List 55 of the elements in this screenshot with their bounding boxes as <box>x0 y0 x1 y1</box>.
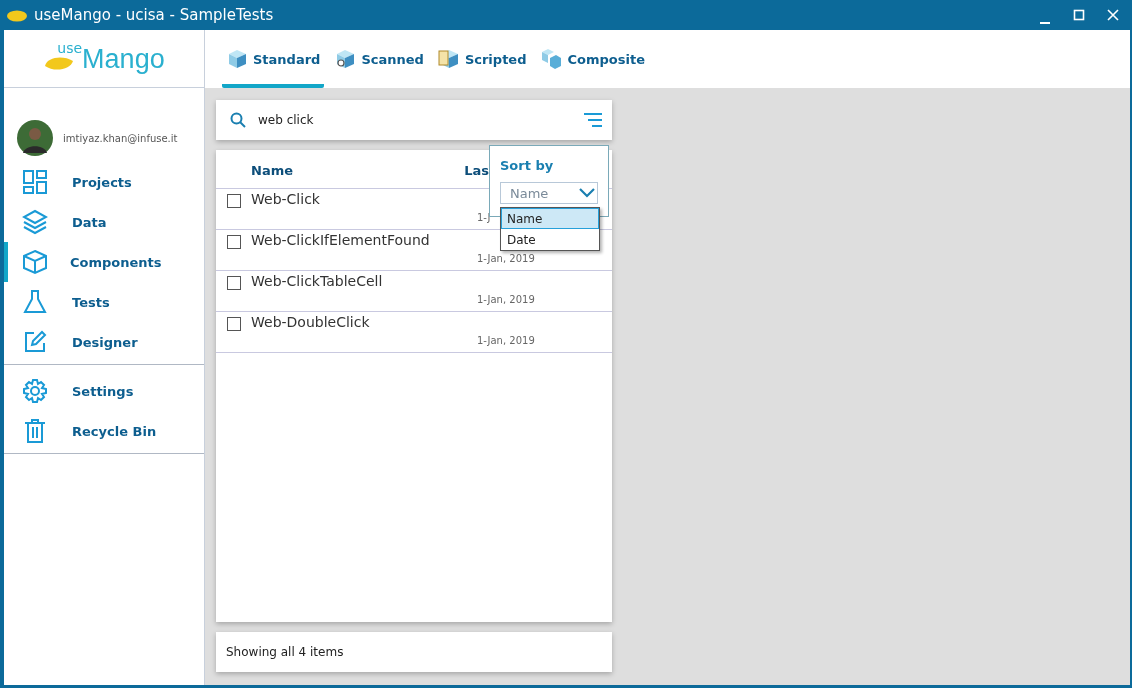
nav-item[interactable]: Tests <box>72 294 110 310</box>
settings-icon <box>22 378 48 404</box>
mango-icon <box>6 8 28 22</box>
status-text: Showing all 4 items <box>226 645 344 659</box>
cubes-icon <box>540 48 563 70</box>
checkbox[interactable] <box>227 276 241 290</box>
item-date: 1-Jan, 2019 <box>477 253 535 264</box>
nav-item[interactable]: Recycle Bin <box>72 423 157 439</box>
trash-icon <box>22 418 48 444</box>
sort-title: Sort by <box>500 158 555 173</box>
sort-dropdown[interactable]: Name <box>500 182 598 204</box>
search-field[interactable]: web click <box>256 112 574 128</box>
tab[interactable]: Scripted <box>433 30 531 88</box>
dropdown-option[interactable]: Name <box>501 208 599 229</box>
checkbox[interactable] <box>227 194 241 208</box>
item-name[interactable]: Web-ClickIfElementFound <box>251 232 430 248</box>
nav-item[interactable]: Designer <box>72 334 138 350</box>
chevron-icon <box>579 188 595 198</box>
logo-text: Mango <box>82 46 165 73</box>
item-date: 1-Jan, 2019 <box>477 294 535 305</box>
layers-icon <box>22 209 48 235</box>
item-name[interactable]: Web-Click <box>251 191 320 207</box>
window-title: useMango - ucisa - SampleTests <box>34 6 274 24</box>
nav-item[interactable]: Projects <box>72 174 132 190</box>
cube-icon <box>226 48 248 70</box>
flask-icon <box>22 289 48 315</box>
item-date: 1-J <box>477 212 491 223</box>
tab[interactable]: Standard <box>222 30 325 88</box>
column-header[interactable]: Las <box>464 163 489 178</box>
search-icon <box>230 112 246 128</box>
close-icon <box>1107 9 1119 21</box>
minimize-icon <box>1040 22 1050 24</box>
checkbox[interactable] <box>227 317 241 331</box>
tab[interactable]: Composite <box>536 30 649 88</box>
nav-item[interactable]: Data <box>72 214 107 230</box>
avatar <box>17 120 53 156</box>
nav-item[interactable]: Settings <box>72 383 134 399</box>
item-name[interactable]: Web-ClickTableCell <box>251 273 383 289</box>
filter-icon[interactable] <box>584 113 602 127</box>
item-name[interactable]: Web-DoubleClick <box>251 314 370 330</box>
search-bar[interactable]: web click <box>216 100 612 140</box>
box-icon <box>22 249 48 275</box>
edit-icon <box>22 329 48 355</box>
maximize-icon <box>1073 9 1085 21</box>
checkbox[interactable] <box>227 235 241 249</box>
item-date: 1-Jan, 2019 <box>477 335 535 346</box>
column-header[interactable]: Name <box>251 163 293 178</box>
dropdown-option[interactable]: Date <box>501 229 599 250</box>
tab[interactable]: Scanned <box>330 30 428 88</box>
user-email: imtiyaz.khan@infuse.it <box>63 132 178 144</box>
nav-item[interactable]: Components <box>70 254 162 270</box>
logo-prefix: use <box>57 40 83 56</box>
document-cube-icon <box>437 48 460 70</box>
grid-icon <box>22 169 48 195</box>
cube-magnifier-icon <box>334 48 357 70</box>
